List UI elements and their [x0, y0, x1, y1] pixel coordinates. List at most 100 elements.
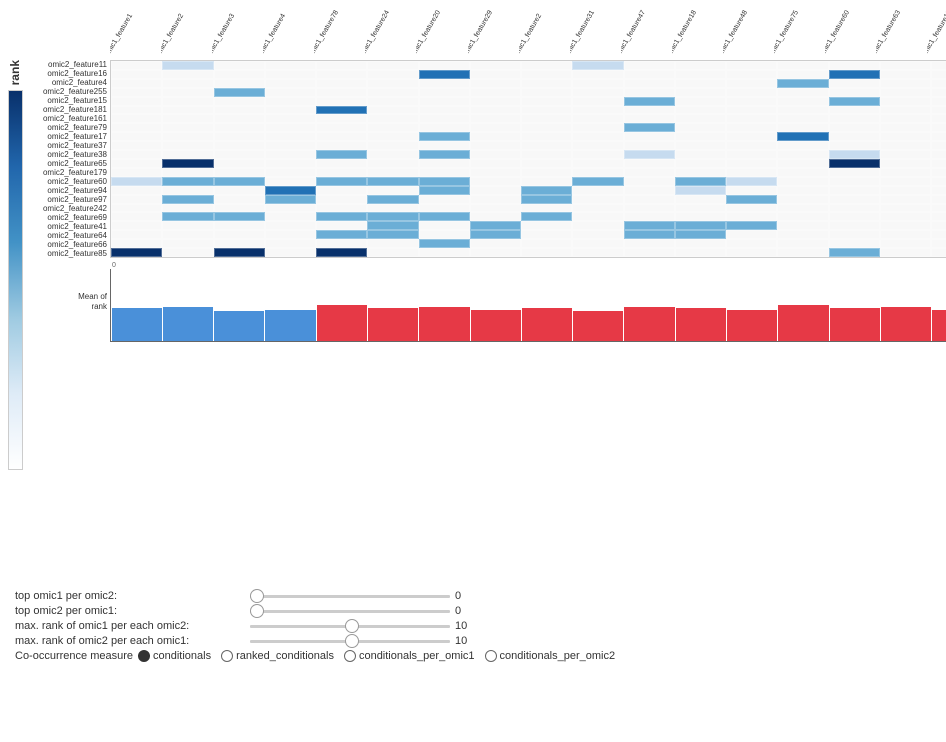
- heatmap-row: [111, 168, 946, 177]
- heatmap-cell: [777, 123, 828, 132]
- heatmap-cell: [419, 248, 470, 257]
- heatmap-cell: [624, 177, 675, 186]
- heatmap-cell: [675, 79, 726, 88]
- radio-option-ranked_conditionals[interactable]: ranked_conditionals: [221, 650, 334, 662]
- slider2-thumb[interactable]: [250, 604, 264, 618]
- heatmap-cell: [624, 106, 675, 115]
- heatmap-cell: [572, 123, 623, 132]
- heatmap-cell: [777, 150, 828, 159]
- heatmap-cell: [111, 221, 162, 230]
- heatmap-cell: [726, 168, 777, 177]
- heatmap-cell: [265, 141, 316, 150]
- heatmap-cell: [572, 159, 623, 168]
- heatmap-cell: [829, 159, 880, 168]
- row-labels: omic2_feature11omic2_feature16omic2_feat…: [25, 60, 110, 258]
- radio-option-conditionals_per_omic1[interactable]: conditionals_per_omic1: [344, 650, 475, 662]
- heatmap-cell: [829, 97, 880, 106]
- slider4[interactable]: [250, 640, 450, 643]
- heatmap-cell: [162, 132, 213, 141]
- col-header: omic1_feature3: [212, 5, 263, 60]
- heatmap-cell: [726, 248, 777, 257]
- heatmap-cell: [726, 239, 777, 248]
- heatmap-cell: [316, 106, 367, 115]
- control-row-3: max. rank of omic1 per each omic2: 10: [15, 620, 931, 632]
- heatmap-cell: [726, 61, 777, 70]
- col-header: omic1_feature78: [314, 5, 365, 60]
- heatmap-cell: [624, 159, 675, 168]
- heatmap-cell: [726, 114, 777, 123]
- heatmap-cell: [521, 212, 572, 221]
- heatmap-cell: [162, 177, 213, 186]
- col-header: omic1_feature2: [161, 5, 212, 60]
- heatmap-cell: [777, 212, 828, 221]
- heatmap-cell: [572, 186, 623, 195]
- heatmap-cell: [111, 239, 162, 248]
- heatmap-cell: [367, 230, 418, 239]
- heatmap-cell: [367, 106, 418, 115]
- heatmap-cell: [726, 150, 777, 159]
- col-header: omic1_feature60: [825, 5, 876, 60]
- radio-circle[interactable]: [485, 650, 497, 662]
- heatmap-cell: [675, 114, 726, 123]
- heatmap-cell: [880, 248, 931, 257]
- heatmap-cell: [367, 177, 418, 186]
- heatmap-cell: [470, 141, 521, 150]
- heatmap-cell: [675, 106, 726, 115]
- heatmap-cell: [675, 212, 726, 221]
- row-label: omic2_feature16: [25, 69, 110, 78]
- heatmap-cell: [316, 61, 367, 70]
- heatmap-cell: [572, 61, 623, 70]
- bottom-bar: [317, 305, 367, 341]
- heatmap-cell: [777, 132, 828, 141]
- heatmap-cell: [214, 106, 265, 115]
- heatmap-cell: [111, 248, 162, 257]
- radio-circle[interactable]: [344, 650, 356, 662]
- heatmap-cell: [675, 70, 726, 79]
- slider4-thumb[interactable]: [345, 634, 359, 648]
- radio-option-conditionals_per_omic2[interactable]: conditionals_per_omic2: [485, 650, 616, 662]
- slider1-thumb[interactable]: [250, 589, 264, 603]
- heatmap-cell: [470, 159, 521, 168]
- heatmap-row: [111, 150, 946, 159]
- heatmap-area: rank omic1_feature1omic1_feature2omic1_f…: [5, 5, 946, 585]
- heatmap-cell: [777, 230, 828, 239]
- heatmap-cell: [521, 132, 572, 141]
- heatmap-cell: [367, 150, 418, 159]
- heatmap-row: [111, 230, 946, 239]
- row-label: omic2_feature79: [25, 123, 110, 132]
- radio-option-conditionals[interactable]: conditionals: [138, 650, 211, 662]
- heatmap-cell: [521, 88, 572, 97]
- slider3[interactable]: [250, 625, 450, 628]
- heatmap-cell: [111, 70, 162, 79]
- heatmap-row: [111, 70, 946, 79]
- radio-circle[interactable]: [138, 650, 150, 662]
- slider1[interactable]: [250, 595, 450, 598]
- radio-options: conditionals ranked_conditionals condition…: [138, 650, 615, 662]
- heatmap-cell: [726, 70, 777, 79]
- heatmap-cells: [110, 60, 946, 258]
- heatmap-cell: [829, 186, 880, 195]
- heatmap-cell: [931, 221, 946, 230]
- heatmap-cell: [265, 168, 316, 177]
- heatmap-cell: [367, 114, 418, 123]
- heatmap-cell: [265, 132, 316, 141]
- heatmap-cell: [829, 177, 880, 186]
- heatmap-cell: [316, 177, 367, 186]
- heatmap-row: [111, 239, 946, 248]
- slider2[interactable]: [250, 610, 450, 613]
- heatmap-cell: [214, 114, 265, 123]
- col-header: omic1_feature47: [621, 5, 672, 60]
- slider3-thumb[interactable]: [345, 619, 359, 633]
- heatmap-cell: [777, 141, 828, 150]
- heatmap-cell: [829, 230, 880, 239]
- heatmap-cell: [214, 230, 265, 239]
- heatmap-cell: [726, 106, 777, 115]
- radio-circle[interactable]: [221, 650, 233, 662]
- heatmap-cell: [880, 159, 931, 168]
- heatmap-cell: [675, 97, 726, 106]
- heatmap-cell: [214, 186, 265, 195]
- heatmap-cell: [470, 186, 521, 195]
- heatmap-cell: [214, 221, 265, 230]
- heatmap-cell: [470, 195, 521, 204]
- heatmap-cell: [419, 239, 470, 248]
